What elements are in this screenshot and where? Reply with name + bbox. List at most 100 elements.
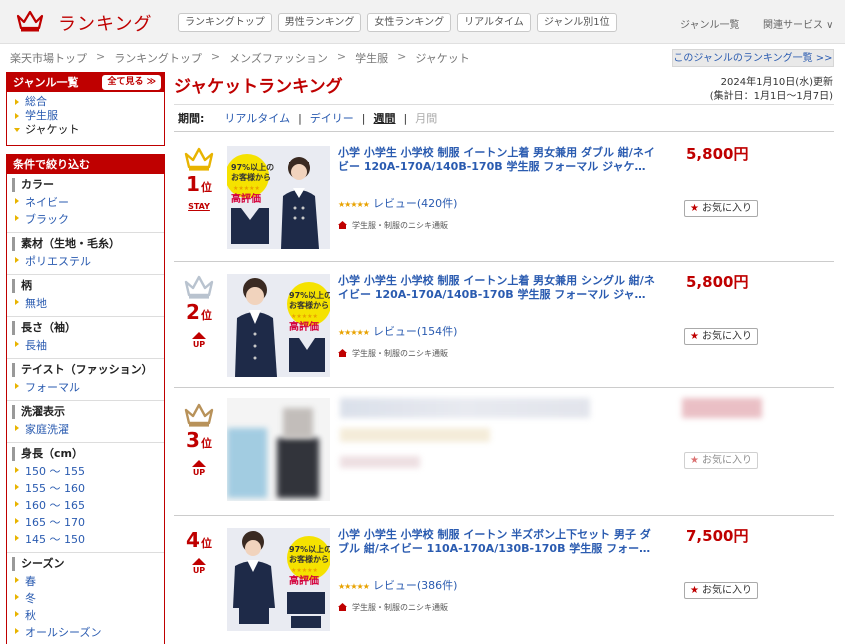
crown-logo-icon[interactable] [16,9,44,33]
product-image[interactable]: 97%以上の お客様から ★★★★★ 高評価 [227,146,330,249]
rank-badge: 1位 STAY [174,146,224,211]
star-rating-icon: ★★★★★ [338,582,370,591]
rank-move-up: UP [192,566,206,575]
breadcrumb-separator: > [96,50,106,63]
tab-women-ranking[interactable]: 女性ランキング [367,13,452,32]
ranking-logo-text[interactable]: ランキング [58,10,152,36]
genre-list-link[interactable]: ジャンル一覧 [680,16,740,31]
rank-up-arrow-icon [192,558,206,565]
shop-name: 学生服・制服のニシキ通販 [338,348,448,359]
period-monthly: 月間 [415,112,438,125]
filter-option[interactable]: ネイビー [7,194,164,211]
filter-option[interactable]: フォーマル [7,379,164,396]
thumb-text: 高評価 [231,192,261,205]
blurred-title [340,398,590,418]
filter-option[interactable]: オールシーズン [7,624,164,641]
favorite-button[interactable]: ★ お気に入り [684,452,758,469]
filter-option[interactable]: 155 ～ 160 [7,480,164,497]
shop-name: 学生服・制服のニシキ通販 [338,602,448,613]
filter-option[interactable]: 145 ～ 150 [7,531,164,548]
silver-crown-icon [184,275,214,299]
filter-option[interactable]: 秋 [7,607,164,624]
shop-name-link[interactable]: 学生服・制服のニシキ通販 [352,603,448,612]
shop-name-link[interactable]: 学生服・制服のニシキ通販 [352,221,448,230]
breadcrumb-jacket[interactable]: ジャケット [415,50,469,66]
thumb-text: お客様から [231,172,271,182]
blurred-review [340,428,490,442]
related-services-menu[interactable]: 関連サービス ∨ [763,16,834,31]
filter-option[interactable]: 160 ～ 165 [7,497,164,514]
product-image[interactable]: 97%以上の お客様から ★★★★★ 高評価 [227,274,330,377]
shop-name-link[interactable]: 学生服・制服のニシキ通販 [352,349,448,358]
breadcrumb-school-uniform[interactable]: 学生服 [355,50,388,66]
favorite-star-icon: ★ [690,203,699,214]
period-separator: | [298,111,302,125]
product-title-link[interactable]: 小学 小学生 小学校 制服 イートン上着 男女兼用 ダブル 紺/ネイビー 120… [338,146,660,174]
period-daily[interactable]: デイリー [310,110,354,126]
tab-ranking-top[interactable]: ランキングトップ [178,13,272,32]
filter-option[interactable]: 165 ～ 170 [7,514,164,531]
filter-title: 洗濯表示 [12,405,164,419]
breadcrumb-rakuten-top[interactable]: 楽天市場トップ [10,50,87,66]
filter-group-color: カラー ネイビー ブラック [7,174,164,232]
tab-men-ranking[interactable]: 男性ランキング [277,13,362,32]
filter-option[interactable]: 春 [7,573,164,590]
genre-ranking-list-button[interactable]: このジャンルのランキング一覧 >> [672,49,834,67]
review-link[interactable]: レビュー(154件) [373,325,458,338]
favorite-button[interactable]: ★ お気に入り [684,328,758,345]
shop-name: 学生服・制服のニシキ通販 [338,220,448,231]
genre-link-all[interactable]: 総合 [7,95,164,109]
filter-group-washing: 洗濯表示 家庭洗濯 [7,400,164,442]
product-title-link[interactable]: 小学 小学生 小学校 制服 イートン 半ズボン上下セット 男子 ダブル 紺/ネイ… [338,528,660,556]
filter-option[interactable]: 長袖 [7,337,164,354]
review-summary: ★★★★★ レビュー(154件) [338,323,457,339]
update-info: 2024年1月10日(水)更新 (集計日：1月1日～1月7日) [710,76,833,104]
ranking-item: 4位 UP 97%以上の お客様から ★★★★★ 高評価 小学 小学生 小学校 … [174,516,834,644]
updated-date: 2024年1月10日(水)更新 [720,77,833,88]
filter-option[interactable]: 150 ～ 155 [7,463,164,480]
filter-header: 条件で絞り込む [7,155,164,174]
favorite-button[interactable]: ★ お気に入り [684,582,758,599]
period-label: 期間: [178,112,205,125]
filter-title: 素材（生地・毛糸） [12,237,164,251]
tab-genre-first[interactable]: ジャンル別1位 [536,13,617,32]
product-image-blurred[interactable] [227,398,330,501]
blurred-shop [340,456,420,468]
filter-option[interactable]: 家庭洗濯 [7,421,164,438]
rank-number: 4位 [186,528,212,552]
filter-group-season: シーズン 春 冬 秋 オールシーズン [7,552,164,644]
filter-group-height: 身長（cm） 150 ～ 155 155 ～ 160 160 ～ 165 165… [7,442,164,552]
see-all-button[interactable]: 全て見る ≫ [102,75,161,90]
product-image[interactable]: 97%以上の お客様から ★★★★★ 高評価 [227,528,330,631]
filter-option[interactable]: ポリエステル [7,253,164,270]
genre-link-school-uniform[interactable]: 学生服 [7,109,164,123]
rank-number: 2位 [186,300,212,324]
filter-option[interactable]: 無地 [7,295,164,312]
review-link[interactable]: レビュー(386件) [373,579,458,592]
genre-list-header: ジャンル一覧 全て見る ≫ [7,73,164,92]
filter-option[interactable]: ブラック [7,211,164,228]
shop-house-icon [338,349,347,357]
favorite-button[interactable]: ★ お気に入り [684,200,758,217]
thumb-text: 97%以上の [289,544,330,554]
aggregation-period: (集計日：1月1日～1月7日) [709,91,833,102]
tab-realtime[interactable]: リアルタイム [457,13,531,32]
product-price: 5,800円 [686,273,749,291]
product-title-link[interactable]: 小学 小学生 小学校 制服 イートン上着 男女兼用 シングル 紺/ネイビー 12… [338,274,660,302]
period-weekly[interactable]: 週間 [374,110,396,126]
filter-title: テイスト（ファッション） [12,363,164,377]
period-realtime[interactable]: リアルタイム [224,110,290,126]
breadcrumb-mens-fashion[interactable]: メンズファッション [229,50,328,66]
rank-badge: 4位 UP [174,528,224,575]
blurred-price [682,398,762,418]
thumb-text: お客様から [289,300,329,310]
filter-option[interactable]: 冬 [7,590,164,607]
genre-link-jacket: ジャケット [7,123,164,137]
breadcrumb-separator: > [397,50,407,63]
shop-house-icon [338,221,347,229]
breadcrumb-ranking-top[interactable]: ランキングトップ [114,50,202,66]
ranking-item: 2位 UP 97%以上の お客様から ★★★★★ 高評価 小学 小学生 小学校 … [174,262,834,388]
breadcrumb: 楽天市場トップ > ランキングトップ > メンズファッション > 学生服 > ジ… [10,50,470,66]
breadcrumb-separator: > [336,50,347,63]
review-link[interactable]: レビュー(420件) [373,197,458,210]
